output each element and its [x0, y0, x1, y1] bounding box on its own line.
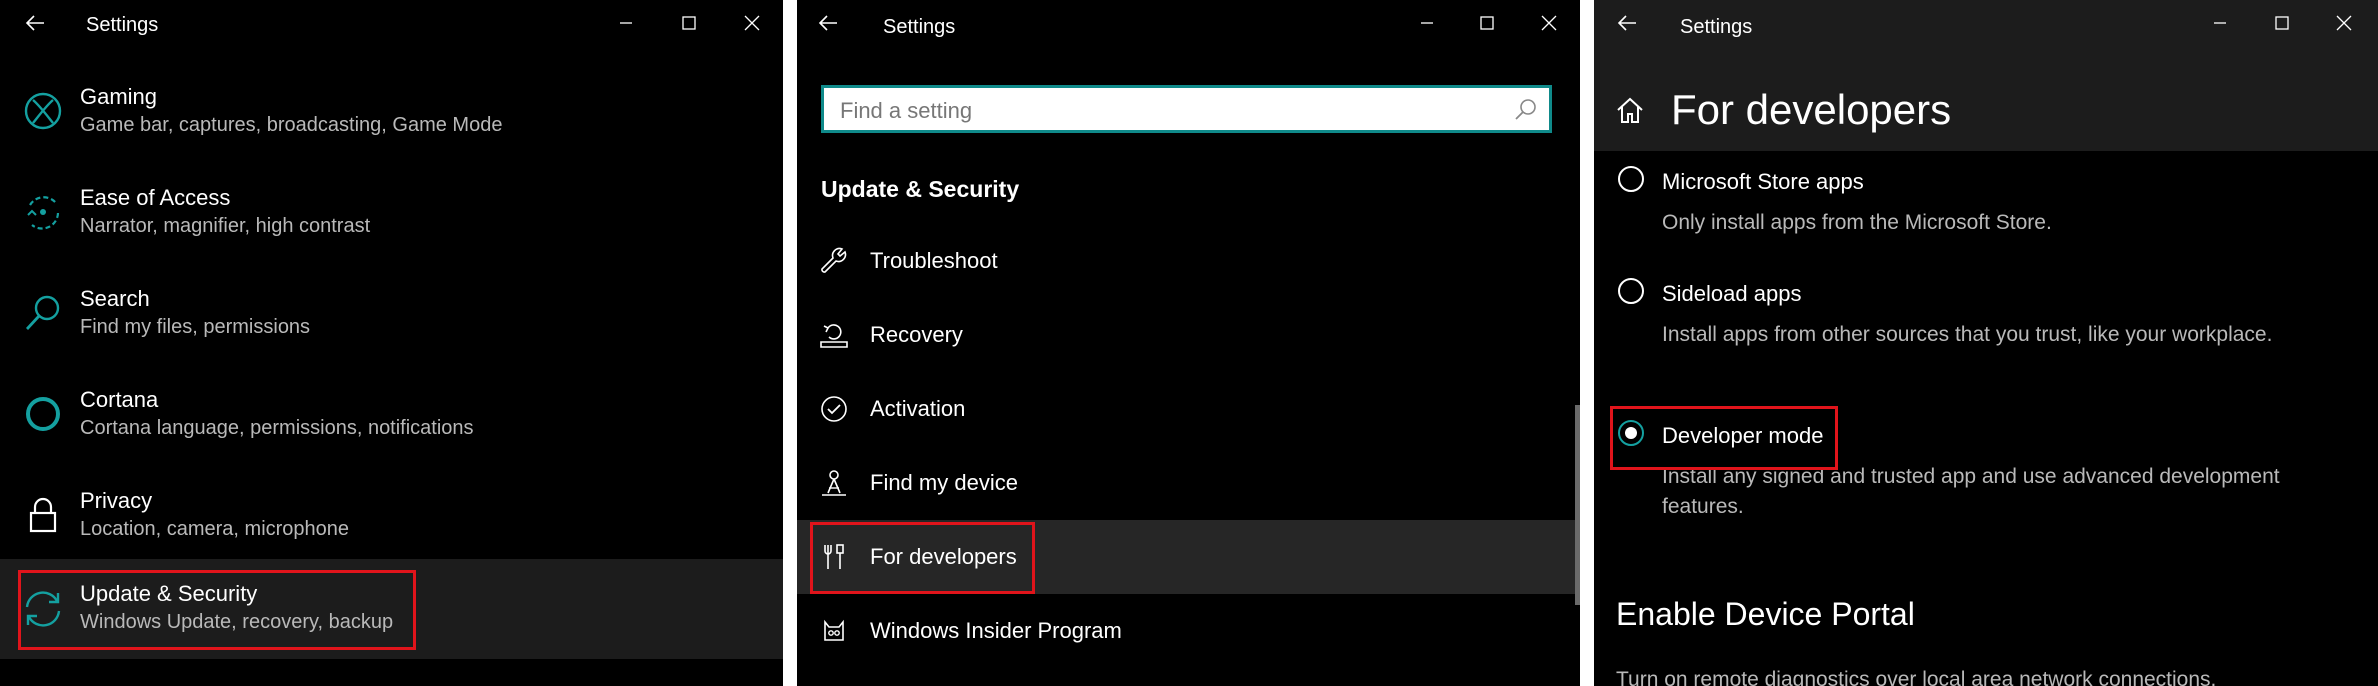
- cortana-icon: [20, 391, 66, 437]
- nav-item-privacy[interactable]: Privacy Location, camera, microphone: [0, 466, 783, 566]
- settings-window-for-developers: Settings For developers Microsoft Store …: [1594, 0, 2378, 686]
- menu-item-find-my-device[interactable]: Find my device: [797, 446, 1575, 520]
- nav-item-subtitle: Location, camera, microphone: [80, 518, 350, 540]
- title-bar: Settings: [797, 0, 1580, 56]
- search-input[interactable]: [838, 96, 1502, 126]
- close-button[interactable]: [1529, 6, 1569, 40]
- menu-item-label: Windows Insider Program: [870, 618, 1122, 643]
- recovery-icon: [819, 320, 849, 350]
- minimize-button[interactable]: [2200, 6, 2240, 40]
- menu-item-label: Troubleshoot: [870, 248, 998, 273]
- option-label: Sideload apps: [1662, 281, 1802, 306]
- menu-item-activation[interactable]: Activation: [797, 372, 1575, 446]
- highlight-box: [810, 522, 1035, 594]
- nav-item-cortana[interactable]: Cortana Cortana language, permissions, n…: [0, 365, 783, 465]
- option-label: Microsoft Store apps: [1662, 169, 1864, 194]
- option-description: Install any signed and trusted app and u…: [1662, 465, 2280, 518]
- highlight-box: [1610, 406, 1838, 470]
- page-header: For developers: [1594, 56, 2378, 151]
- section-title: Update & Security: [821, 176, 1020, 202]
- back-arrow-icon: [818, 15, 837, 31]
- settings-window-update-security: Settings Update & Security Troubleshoot …: [797, 0, 1580, 686]
- window-title: Settings: [883, 16, 956, 38]
- nav-item-title: Search: [80, 286, 150, 311]
- menu-item-troubleshoot[interactable]: Troubleshoot: [797, 224, 1575, 298]
- close-button[interactable]: [2324, 6, 2364, 40]
- radio-button[interactable]: [1618, 166, 1644, 192]
- nav-item-ease-of-access[interactable]: Ease of Access Narrator, magnifier, high…: [0, 163, 783, 263]
- maximize-icon: [1480, 16, 1494, 30]
- nav-item-search[interactable]: Search Find my files, permissions: [0, 264, 783, 364]
- option-description: Only install apps from the Microsoft Sto…: [1662, 211, 2052, 234]
- nav-item-subtitle: Find my files, permissions: [80, 316, 311, 338]
- nav-item-title: Ease of Access: [80, 185, 231, 210]
- ease-of-access-icon: [20, 189, 66, 235]
- minimize-icon: [2214, 22, 2226, 24]
- scrollbar[interactable]: [1575, 405, 1580, 605]
- section-title: Enable Device Portal: [1616, 596, 1915, 632]
- page-title: For developers: [1671, 86, 1952, 133]
- close-icon: [744, 15, 760, 31]
- title-bar: Settings: [0, 0, 783, 56]
- search-box[interactable]: [821, 85, 1552, 133]
- highlight-box: [18, 570, 416, 650]
- search-icon: [20, 290, 66, 336]
- menu-item-label: Activation: [870, 396, 966, 421]
- back-arrow-icon: [1617, 15, 1636, 31]
- radio-button[interactable]: [1618, 278, 1644, 304]
- nav-item-title: Gaming: [80, 84, 158, 109]
- section-description: Turn on remote diagnostics over local ar…: [1616, 668, 2217, 686]
- nav-item-subtitle: Cortana language, permissions, notificat…: [80, 417, 474, 439]
- window-title: Settings: [86, 14, 159, 36]
- maximize-button[interactable]: [669, 6, 709, 40]
- minimize-icon: [620, 22, 632, 24]
- maximize-icon: [2275, 16, 2289, 30]
- back-button[interactable]: [813, 8, 843, 38]
- nav-item-title: Cortana: [80, 387, 159, 412]
- back-button[interactable]: [1612, 8, 1642, 38]
- lock-icon: [20, 492, 66, 538]
- search-icon[interactable]: [1513, 97, 1539, 123]
- menu-item-label: Find my device: [870, 470, 1018, 495]
- title-bar: Settings: [1594, 0, 2378, 56]
- menu-item-windows-insider[interactable]: Windows Insider Program: [797, 594, 1575, 668]
- maximize-button[interactable]: [2262, 6, 2302, 40]
- option-description: Install apps from other sources that you…: [1662, 323, 2273, 346]
- close-icon: [2336, 15, 2352, 31]
- back-button[interactable]: [20, 8, 50, 38]
- menu-item-recovery[interactable]: Recovery: [797, 298, 1575, 372]
- nav-item-title: Privacy: [80, 488, 153, 513]
- nav-item-gaming[interactable]: Gaming Game bar, captures, broadcasting,…: [0, 62, 783, 162]
- minimize-button[interactable]: [606, 6, 646, 40]
- maximize-icon: [682, 16, 696, 30]
- menu-item-label: Recovery: [870, 322, 963, 347]
- close-button[interactable]: [732, 6, 772, 40]
- minimize-button[interactable]: [1407, 6, 1447, 40]
- insider-icon: [819, 616, 849, 646]
- xbox-icon: [20, 88, 66, 134]
- settings-window-categories: Settings Gaming Game bar, captures, broa…: [0, 0, 783, 686]
- back-arrow-icon: [25, 15, 44, 31]
- nav-item-subtitle: Game bar, captures, broadcasting, Game M…: [80, 114, 503, 136]
- nav-item-subtitle: Narrator, magnifier, high contrast: [80, 215, 371, 237]
- find-device-icon: [819, 468, 849, 498]
- check-circle-icon: [819, 394, 849, 424]
- maximize-button[interactable]: [1467, 6, 1507, 40]
- home-icon[interactable]: [1614, 94, 1646, 126]
- wrench-icon: [819, 246, 849, 276]
- window-title: Settings: [1680, 16, 1753, 38]
- close-icon: [1541, 15, 1557, 31]
- minimize-icon: [1421, 22, 1433, 24]
